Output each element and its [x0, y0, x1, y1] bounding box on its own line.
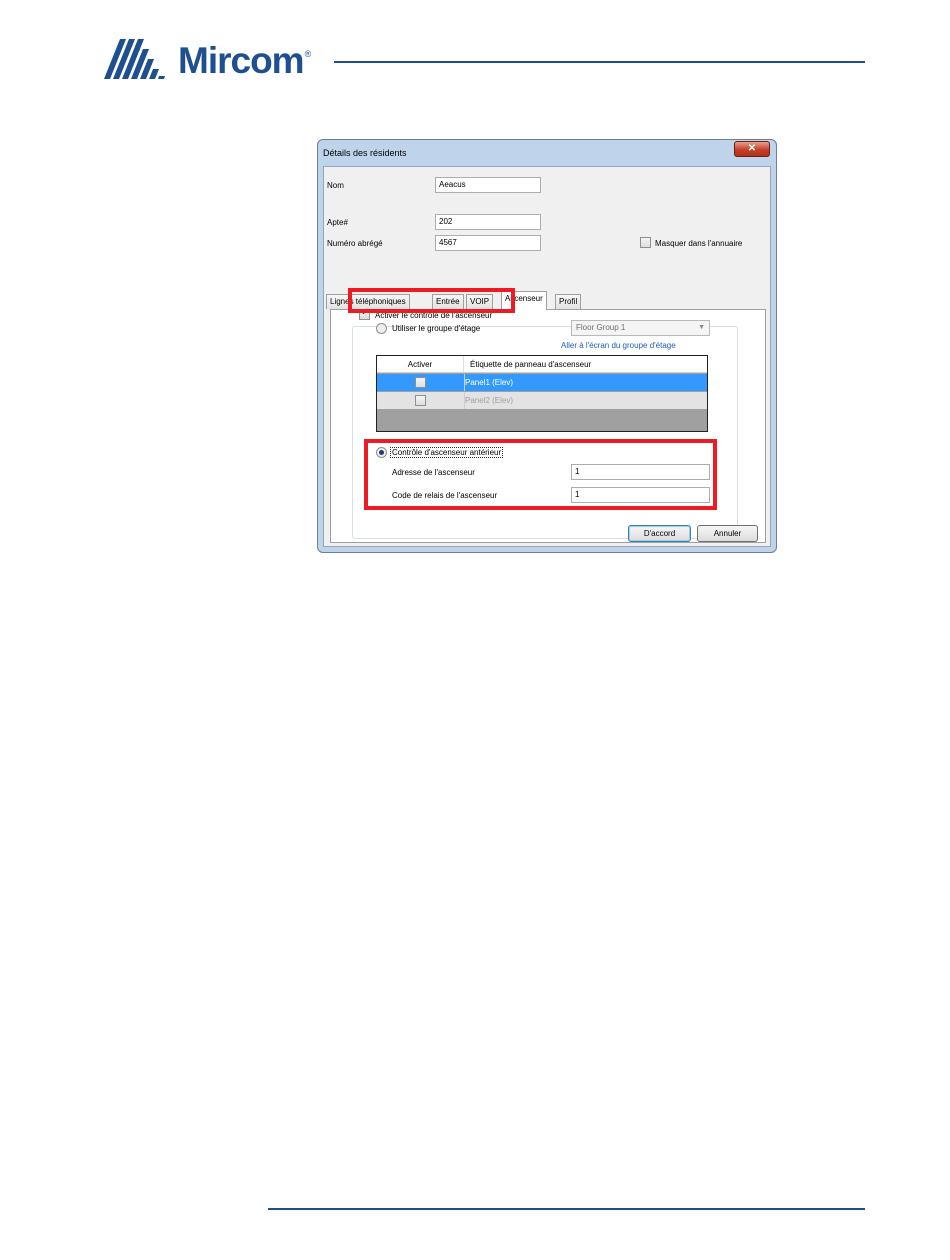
dialog-titlebar[interactable]: Détails des résidents ✕ [318, 140, 776, 166]
resident-details-dialog: Détails des résidents ✕ Nom Aeacus Apte#… [317, 139, 777, 553]
logo-text: Mircom [178, 40, 305, 81]
column-header-activer[interactable]: Activer [377, 356, 464, 373]
relay-code-label: Code de relais de l'ascenseur [392, 491, 498, 500]
apt-label: Apte# [327, 218, 348, 227]
legacy-control-radio[interactable] [376, 447, 387, 458]
footer-rule [268, 1208, 865, 1210]
row-panel-label: Panel2 (Elev) [465, 396, 514, 405]
dialog-client-area: Nom Aeacus Apte# 202 Numéro abrégé 4567 … [323, 166, 771, 547]
floor-group-screen-link[interactable]: Aller à l'écran du groupe d'étage [561, 341, 676, 350]
row-activer-checkbox[interactable] [415, 395, 426, 406]
close-button[interactable]: ✕ [734, 141, 770, 157]
cancel-button[interactable]: Annuler [697, 525, 758, 542]
column-header-etiquette[interactable]: Étiquette de panneau d'ascenseur [470, 356, 591, 373]
elevator-panel-table: Activer Étiquette de panneau d'ascenseur… [376, 355, 708, 432]
elevator-address-label: Adresse de l'ascenseur [392, 468, 475, 477]
numero-abrege-label: Numéro abrégé [327, 239, 383, 248]
table-header: Activer Étiquette de panneau d'ascenseur [377, 356, 707, 373]
enable-elevator-checkbox[interactable] [359, 307, 370, 320]
header-rule [334, 61, 865, 63]
tab-profil[interactable]: Profil [555, 294, 582, 309]
elevator-address-field[interactable]: 1 [571, 464, 710, 480]
floor-group-radio[interactable] [376, 323, 387, 334]
nom-label: Nom [327, 181, 344, 190]
mircom-logo: Mircom ® [104, 33, 311, 79]
chevron-down-icon: ▼ [698, 324, 705, 331]
trademark-symbol: ® [304, 49, 312, 59]
floor-group-select[interactable]: Floor Group 1 ▼ [571, 320, 710, 336]
enable-elevator-label: Activer le contrôle de l'ascenseur [375, 311, 493, 320]
relay-code-field[interactable]: 1 [571, 487, 710, 503]
nom-field[interactable]: Aeacus [435, 177, 541, 193]
tab-entree[interactable]: Entrée [432, 294, 464, 309]
tab-ascenseur[interactable]: Ascenseur [501, 291, 547, 310]
floor-group-label: Utiliser le groupe d'étage [392, 324, 481, 333]
mircom-stripes-icon [104, 39, 165, 79]
apt-field[interactable]: 202 [435, 214, 541, 230]
row-activer-checkbox[interactable] [415, 377, 426, 388]
dialog-title: Détails des résidents [323, 148, 407, 158]
tab-voip[interactable]: VOIP [466, 294, 494, 309]
legacy-control-label: Contrôle d'ascenseur antérieur [390, 447, 504, 458]
row-panel-label: Panel1 (Elev) [465, 378, 514, 387]
ok-button[interactable]: D'accord [628, 525, 691, 542]
masquer-checkbox[interactable] [640, 237, 651, 248]
close-icon: ✕ [747, 143, 757, 154]
floor-group-select-value: Floor Group 1 [576, 323, 626, 332]
table-row[interactable]: Panel2 (Elev) [377, 392, 707, 409]
numero-abrege-field[interactable]: 4567 [435, 235, 541, 251]
table-row[interactable]: Panel1 (Elev) [377, 374, 707, 391]
masquer-label: Masquer dans l'annuaire [655, 239, 743, 248]
